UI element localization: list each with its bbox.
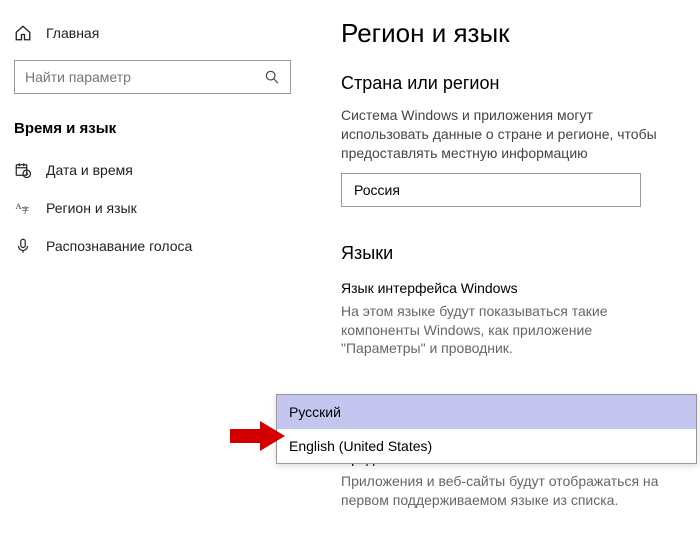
search-icon: [264, 69, 280, 85]
annotation-arrow-icon: [230, 419, 286, 453]
dropdown-option-russian[interactable]: Русский: [277, 395, 696, 429]
region-dropdown[interactable]: Россия: [341, 173, 641, 207]
sidebar-item-label: Главная: [46, 25, 99, 41]
svg-text:A: A: [16, 202, 22, 211]
sidebar-section-header: Время и язык: [0, 112, 305, 151]
display-language-dropdown-list[interactable]: Русский English (United States): [276, 394, 697, 464]
region-description: Система Windows и приложения могут испол…: [341, 106, 674, 163]
search-box[interactable]: [14, 60, 291, 94]
dropdown-option-english-us[interactable]: English (United States): [277, 429, 696, 463]
sidebar-item-label: Регион и язык: [46, 200, 137, 216]
sidebar-item-speech[interactable]: Распознавание голоса: [0, 227, 305, 265]
display-language-description: На этом языке будут показываться такие к…: [341, 302, 674, 359]
region-dropdown-value: Россия: [354, 182, 400, 198]
preferred-languages-description: Приложения и веб-сайты будут отображатьс…: [341, 472, 674, 510]
sidebar-item-label: Дата и время: [46, 162, 133, 178]
sidebar: Главная Время и язык: [0, 0, 305, 536]
home-icon: [14, 24, 32, 42]
language-icon: A 字: [14, 199, 32, 217]
display-language-heading: Язык интерфейса Windows: [341, 280, 674, 296]
sidebar-item-home[interactable]: Главная: [0, 14, 305, 52]
sidebar-item-date-time[interactable]: Дата и время: [0, 151, 305, 189]
calendar-clock-icon: [14, 161, 32, 179]
sidebar-item-region-language[interactable]: A 字 Регион и язык: [0, 189, 305, 227]
region-heading: Страна или регион: [341, 73, 674, 94]
microphone-icon: [14, 237, 32, 255]
svg-text:字: 字: [22, 205, 30, 215]
page-title: Регион и язык: [341, 18, 674, 49]
sidebar-item-label: Распознавание голоса: [46, 238, 192, 254]
search-input[interactable]: [25, 69, 264, 85]
languages-heading: Языки: [341, 243, 674, 264]
